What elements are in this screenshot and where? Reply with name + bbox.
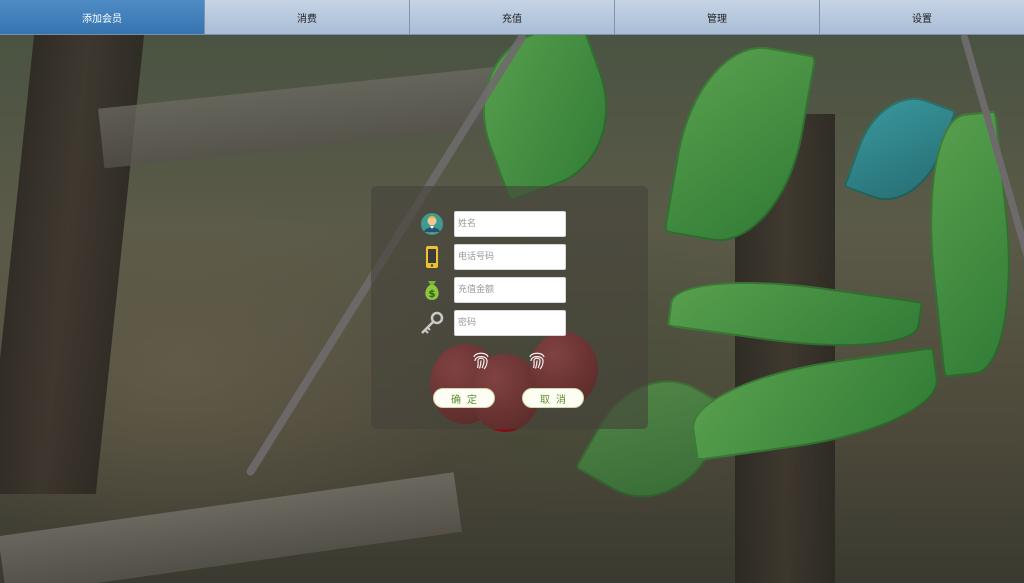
password-input[interactable]: [454, 310, 566, 336]
key-icon: [419, 310, 445, 336]
nav-tab-manage[interactable]: 管理: [615, 0, 820, 34]
background-leaf: [685, 346, 945, 462]
cancel-button[interactable]: 取消: [522, 388, 584, 408]
name-row: [419, 210, 566, 238]
background-leaf: [458, 34, 632, 202]
name-input[interactable]: [454, 211, 566, 237]
nav-tab-add-member[interactable]: 添加会员: [0, 0, 205, 34]
add-member-form: $ 确定 取消: [371, 186, 648, 429]
svg-text:$: $: [429, 289, 436, 300]
nav-tab-consume[interactable]: 消费: [205, 0, 410, 34]
confirm-button[interactable]: 确定: [433, 388, 495, 408]
nav-tab-settings[interactable]: 设置: [820, 0, 1024, 34]
password-row: [419, 309, 566, 337]
fingerprint-icon[interactable]: [525, 348, 549, 372]
amount-row: $: [419, 276, 566, 304]
phone-input[interactable]: [454, 244, 566, 270]
phone-row: [419, 243, 566, 271]
fingerprint-icon[interactable]: [469, 348, 493, 372]
top-nav: 添加会员 消费 充值 管理 设置: [0, 0, 1024, 35]
mobile-phone-icon: [419, 244, 445, 270]
recharge-amount-input[interactable]: [454, 277, 566, 303]
background-trunk: [0, 34, 145, 494]
money-bag-icon: $: [419, 277, 445, 303]
nav-tab-recharge[interactable]: 充值: [410, 0, 615, 34]
user-avatar-icon: [419, 211, 445, 237]
